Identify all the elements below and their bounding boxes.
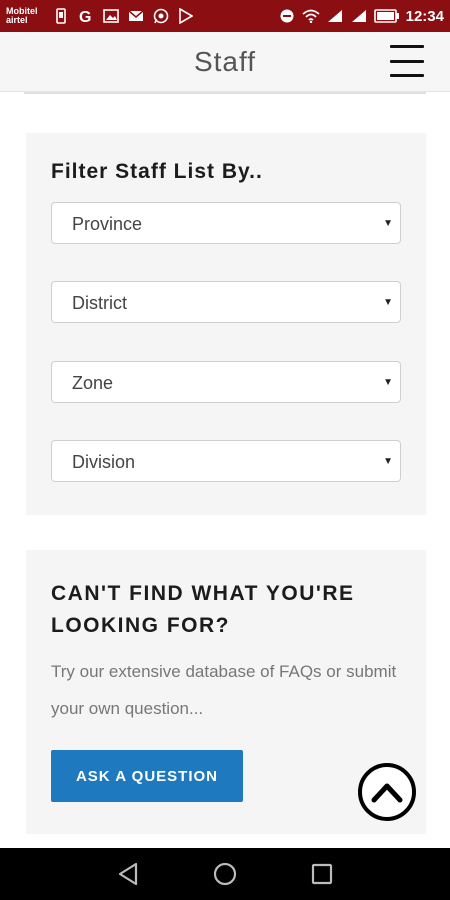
play-store-icon <box>177 7 195 25</box>
status-bar: Mobitel airtel G 12:34 <box>0 0 450 32</box>
google-icon: G <box>77 7 95 25</box>
navigation-bar <box>0 848 450 900</box>
dropdown-caret-icon: ▼ <box>383 218 393 229</box>
province-select-label: Province <box>72 214 143 234</box>
back-triangle-icon[interactable] <box>113 859 143 889</box>
ask-question-button[interactable]: ASK A QUESTION <box>51 750 243 802</box>
hamburger-menu-icon[interactable] <box>390 45 424 77</box>
zone-select-label: Zone <box>72 373 114 393</box>
zone-select[interactable]: Zone ▼ <box>51 361 401 403</box>
dropdown-caret-icon: ▼ <box>383 297 393 308</box>
district-select-label: District <box>72 293 127 313</box>
division-select[interactable]: Division ▼ <box>51 440 401 482</box>
province-select[interactable]: Province ▼ <box>51 202 401 244</box>
dropdown-caret-icon: ▼ <box>383 377 393 388</box>
battery-icon <box>373 7 400 25</box>
signal-icon-2 <box>350 7 368 25</box>
home-circle-icon[interactable] <box>210 859 240 889</box>
district-select[interactable]: District ▼ <box>51 281 401 323</box>
dropdown-caret-icon: ▼ <box>383 456 393 467</box>
clock: 12:34 <box>405 7 444 25</box>
carrier-info: Mobitel airtel <box>6 7 46 25</box>
divider <box>24 92 426 94</box>
signal-icon <box>326 7 344 25</box>
filter-card: Filter Staff List By.. Province ▼ Distri… <box>26 133 426 515</box>
chevron-up-circle-icon[interactable] <box>358 763 416 821</box>
svg-text:G: G <box>79 9 91 24</box>
dnd-icon <box>278 7 296 25</box>
whatsapp-icon <box>152 7 170 25</box>
mail-icon <box>127 7 145 25</box>
carrier-2-label: airtel <box>6 15 28 25</box>
division-select-label: Division <box>72 452 136 472</box>
filter-title: Filter Staff List By.. <box>51 160 263 183</box>
app-header: Staff <box>0 32 450 92</box>
help-text: Try our extensive database of FAQs or su… <box>51 662 397 718</box>
recents-square-icon[interactable] <box>307 859 337 889</box>
page-title: Staff <box>193 46 257 77</box>
help-title: CAN'T FIND WHAT YOU'RE LOOKING FOR? <box>51 582 355 637</box>
sim-icon <box>52 7 70 25</box>
wifi-icon <box>302 7 320 25</box>
gallery-icon <box>102 7 120 25</box>
